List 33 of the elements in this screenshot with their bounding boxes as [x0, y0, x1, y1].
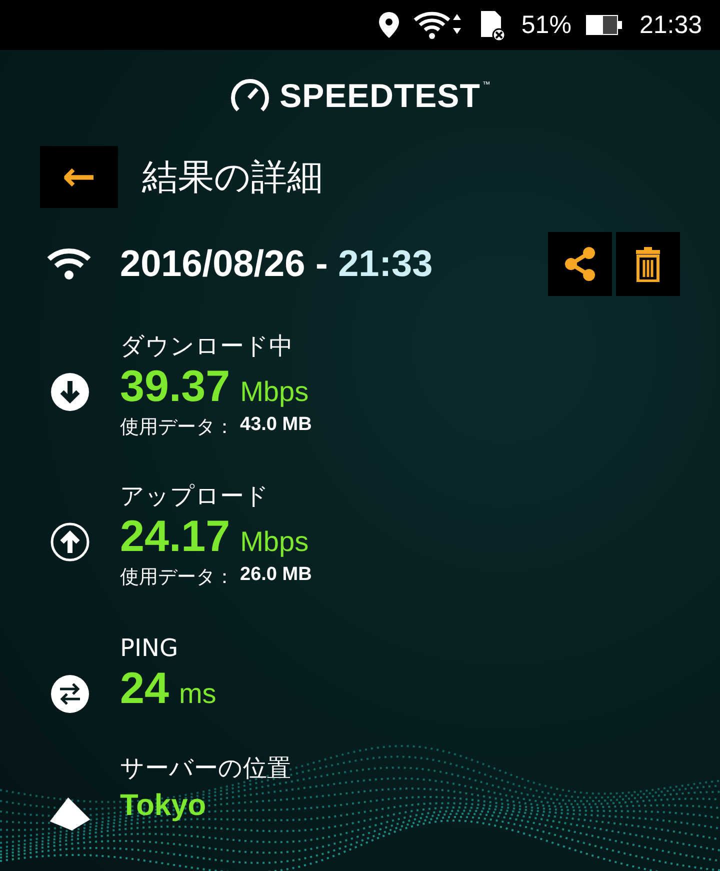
data-used-value: 43.0 MB [240, 414, 312, 437]
data-used-label: 使用データ： [120, 565, 234, 590]
metric-value: 24 [120, 664, 169, 714]
trademark: ™ [482, 80, 490, 89]
metric-label: アップロード [120, 481, 270, 512]
delete-button[interactable] [616, 232, 680, 296]
result-date: 2016/08/26 - 21:33 [120, 243, 434, 285]
trash-icon [635, 246, 661, 282]
data-used-label: 使用データ： [120, 415, 234, 440]
metric-label: サーバーの位置 [120, 753, 291, 784]
share-button[interactable] [548, 232, 612, 296]
clock: 21:33 [639, 10, 702, 40]
metric-value: 24.17 [120, 512, 230, 562]
share-icon [563, 246, 597, 282]
metric-unit: Mbps [240, 526, 309, 558]
wifi-icon [46, 247, 92, 281]
battery-percent: 51% [521, 10, 572, 40]
metric-label: ダウンロード中 [120, 331, 294, 362]
metric-value: Tokyo [120, 788, 206, 824]
metric-unit: Mbps [240, 376, 309, 408]
upload-icon [50, 522, 90, 562]
location-icon [379, 12, 400, 38]
ping-icon [50, 674, 90, 714]
page-title: 結果の詳細 [142, 156, 323, 200]
logo-text: SPEEDTEST [280, 77, 480, 115]
back-button[interactable]: ← [40, 146, 118, 208]
metric-value: 39.37 [120, 362, 230, 412]
metric-label: PING [120, 633, 180, 664]
gauge-icon [230, 78, 270, 114]
metric-unit: ms [178, 678, 216, 710]
download-icon [50, 372, 90, 412]
data-used-value: 26.0 MB [240, 564, 312, 587]
wifi-icon [413, 10, 462, 40]
